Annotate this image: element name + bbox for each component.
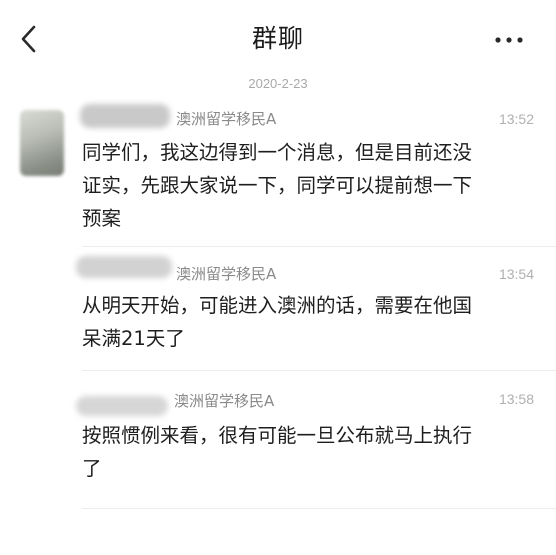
divider [82, 370, 556, 371]
date-divider: 2020-2-23 [248, 76, 308, 91]
message-line: 证实，先跟大家说一下，同学可以提前想一下 [82, 174, 473, 197]
chat-header: 群聊 [0, 0, 556, 78]
message-text: 按照惯例来看，很有可能一旦公布就马上执行 了 [82, 419, 534, 485]
message-line: 了 [82, 457, 102, 480]
message-line: 从明天开始，可能进入澳洲的话，需要在他国 [82, 294, 473, 317]
sender-name: 澳洲留学移民A [174, 392, 275, 410]
blurred-name [76, 256, 172, 278]
divider [82, 508, 556, 509]
sender-name: 澳洲留学移民A [176, 110, 277, 128]
more-horizontal-icon [490, 37, 530, 56]
message-line: 按照惯例来看，很有可能一旦公布就马上执行 [82, 424, 473, 447]
message-line: 预案 [82, 207, 122, 230]
divider [82, 246, 556, 247]
message-time: 13:58 [498, 391, 534, 407]
message-line: 呆满21天了 [82, 327, 185, 350]
more-button[interactable] [490, 28, 530, 52]
message-text: 同学们，我这边得到一个消息，但是目前还没 证实，先跟大家说一下，同学可以提前想一… [82, 136, 534, 235]
message-text: 从明天开始，可能进入澳洲的话，需要在他国 呆满21天了 [82, 289, 534, 355]
message-time: 13:54 [498, 266, 534, 282]
message-line: 同学们，我这边得到一个消息，但是目前还没 [82, 141, 473, 164]
blurred-name [80, 104, 170, 128]
message-time: 13:52 [498, 111, 534, 127]
page-title: 群聊 [251, 24, 304, 53]
sender-name: 澳洲留学移民A [176, 265, 277, 283]
avatar[interactable] [20, 110, 64, 176]
blurred-name [76, 396, 168, 416]
